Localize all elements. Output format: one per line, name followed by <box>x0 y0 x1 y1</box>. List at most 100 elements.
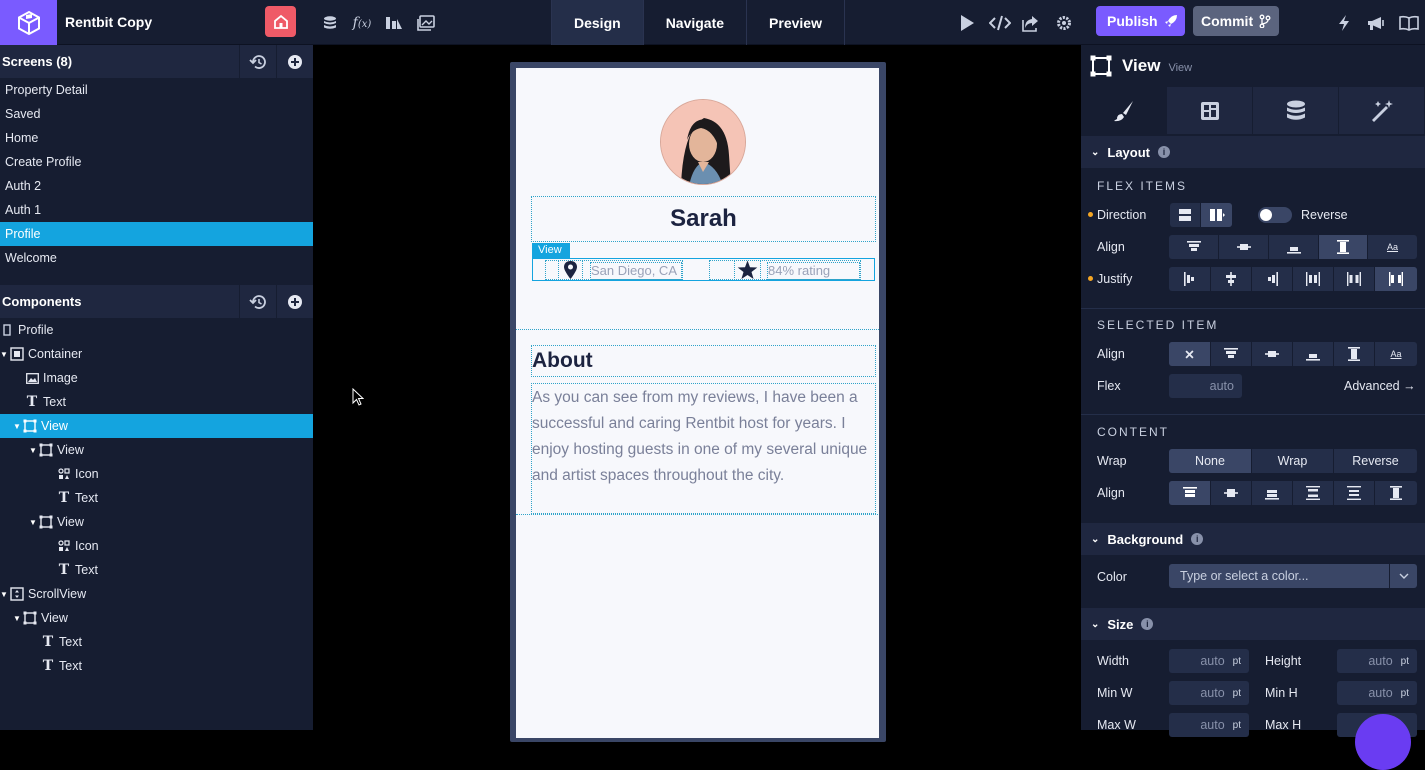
share-icon[interactable] <box>1021 13 1041 33</box>
screen-item-welcome[interactable]: Welcome <box>0 246 313 270</box>
media-icon[interactable] <box>416 13 436 33</box>
tree-item[interactable]: ▼ Container <box>0 342 313 366</box>
app-logo[interactable] <box>0 0 57 45</box>
tree-item[interactable]: T Text <box>0 486 313 510</box>
tree-item[interactable]: ▼ ScrollView <box>0 582 313 606</box>
functions-icon[interactable]: f(x) <box>351 13 373 33</box>
info-icon[interactable]: i <box>1141 618 1154 630</box>
screen-item-saved[interactable]: Saved <box>0 102 313 126</box>
layout-section-header[interactable]: ⌄ Layout i <box>1081 136 1425 168</box>
support-chat-button[interactable] <box>1355 714 1411 770</box>
justify-end-option[interactable] <box>1252 267 1293 291</box>
screen-item-profile[interactable]: Profile <box>0 222 313 246</box>
align-baseline-option[interactable]: Aa <box>1368 235 1417 259</box>
unit-label[interactable]: pt <box>1233 688 1241 699</box>
tree-item[interactable]: Profile <box>0 318 313 342</box>
profile-name[interactable]: Sarah <box>531 196 876 242</box>
settings-gear-icon[interactable] <box>1054 13 1074 33</box>
align-start-option[interactable] <box>1169 235 1219 259</box>
content-align-start-option[interactable] <box>1169 481 1211 505</box>
align-self-end-option[interactable] <box>1293 342 1334 366</box>
unit-label[interactable]: pt <box>1233 720 1241 731</box>
tree-item[interactable]: Icon <box>0 534 313 558</box>
unit-label[interactable]: pt <box>1233 656 1241 667</box>
wrap-wrap-option[interactable]: Wrap <box>1252 449 1334 473</box>
screen-item-create-profile[interactable]: Create Profile <box>0 150 313 174</box>
content-space-between-option[interactable] <box>1293 481 1334 505</box>
align-self-start-option[interactable] <box>1211 342 1252 366</box>
tree-item[interactable]: T Text <box>0 558 313 582</box>
tab-design[interactable]: Design <box>551 0 643 45</box>
publish-button[interactable]: Publish <box>1096 6 1185 36</box>
profile-avatar[interactable] <box>660 99 746 185</box>
tab-navigate[interactable]: Navigate <box>642 0 746 45</box>
max-width-input[interactable]: auto pt <box>1169 713 1249 737</box>
info-icon[interactable]: i <box>1158 146 1171 158</box>
book-icon[interactable] <box>1399 13 1419 33</box>
width-input[interactable]: auto pt <box>1169 649 1249 673</box>
tree-item[interactable]: ▼ View <box>0 510 313 534</box>
screen-item-home[interactable]: Home <box>0 126 313 150</box>
info-icon[interactable]: i <box>1191 533 1204 545</box>
tree-item[interactable]: ▼ View <box>0 606 313 630</box>
tab-preview[interactable]: Preview <box>746 0 845 45</box>
align-self-center-option[interactable] <box>1252 342 1293 366</box>
caret-down-icon[interactable]: ▼ <box>29 518 39 527</box>
screens-history-button[interactable] <box>239 45 276 78</box>
unit-label[interactable]: pt <box>1401 688 1409 699</box>
height-input[interactable]: auto pt <box>1337 649 1417 673</box>
screen-item-auth-2[interactable]: Auth 2 <box>0 174 313 198</box>
content-space-around-option[interactable] <box>1334 481 1375 505</box>
advanced-link[interactable]: Advanced → <box>1344 379 1416 393</box>
content-align-center-option[interactable] <box>1211 481 1252 505</box>
justify-evenly-option[interactable] <box>1334 267 1375 291</box>
tree-item[interactable]: T Text <box>0 630 313 654</box>
background-section-header[interactable]: ⌄ Background i <box>1081 523 1425 555</box>
tree-item[interactable]: T Text <box>0 390 313 414</box>
components-history-button[interactable] <box>239 285 276 318</box>
database-icon[interactable] <box>320 13 340 33</box>
commit-button[interactable]: Commit <box>1193 6 1279 36</box>
play-icon[interactable] <box>957 13 977 33</box>
caret-down-icon[interactable]: ▼ <box>0 590 10 599</box>
about-title[interactable]: About <box>531 345 876 377</box>
add-component-button[interactable] <box>276 285 313 318</box>
tab-style[interactable] <box>1081 87 1167 134</box>
caret-down-icon[interactable]: ▼ <box>13 614 23 623</box>
screen-item-auth-1[interactable]: Auth 1 <box>0 198 313 222</box>
tab-props[interactable] <box>1167 87 1253 134</box>
flex-input[interactable]: auto <box>1169 374 1242 398</box>
tree-item[interactable]: Image <box>0 366 313 390</box>
assets-icon[interactable] <box>384 13 404 33</box>
justify-around-option[interactable] <box>1293 267 1334 291</box>
min-width-input[interactable]: auto pt <box>1169 681 1249 705</box>
tab-data[interactable] <box>1253 87 1339 134</box>
location-text[interactable]: San Diego, CA <box>590 262 682 280</box>
screen-item-property-detail[interactable]: Property Detail <box>0 78 313 102</box>
lightning-icon[interactable] <box>1334 13 1354 33</box>
rating-text[interactable]: 84% rating <box>767 262 860 280</box>
reverse-toggle[interactable] <box>1258 207 1292 223</box>
code-icon[interactable] <box>989 13 1011 33</box>
wrap-none-option[interactable]: None <box>1169 449 1252 473</box>
justify-center-option[interactable] <box>1211 267 1252 291</box>
justify-between-option[interactable] <box>1375 267 1417 291</box>
direction-row-option[interactable] <box>1201 203 1232 227</box>
announcement-icon[interactable] <box>1366 13 1386 33</box>
color-input[interactable]: Type or select a color... <box>1169 564 1417 588</box>
tree-item-selected[interactable]: ▼ View <box>0 414 313 438</box>
justify-start-option[interactable] <box>1169 267 1211 291</box>
unit-label[interactable]: pt <box>1401 656 1409 667</box>
add-screen-button[interactable] <box>276 45 313 78</box>
align-self-stretch-option[interactable] <box>1334 342 1375 366</box>
tab-magic[interactable] <box>1339 87 1425 134</box>
wrap-reverse-option[interactable]: Reverse <box>1334 449 1417 473</box>
caret-down-icon[interactable]: ▼ <box>29 446 39 455</box>
caret-down-icon[interactable]: ▼ <box>0 350 10 359</box>
tree-item[interactable]: ▼ View <box>0 438 313 462</box>
tree-item[interactable]: Icon <box>0 462 313 486</box>
align-stretch-option[interactable] <box>1319 235 1368 259</box>
align-end-option[interactable] <box>1269 235 1319 259</box>
content-stretch-option[interactable] <box>1375 481 1417 505</box>
size-section-header[interactable]: ⌄ Size i <box>1081 608 1425 640</box>
